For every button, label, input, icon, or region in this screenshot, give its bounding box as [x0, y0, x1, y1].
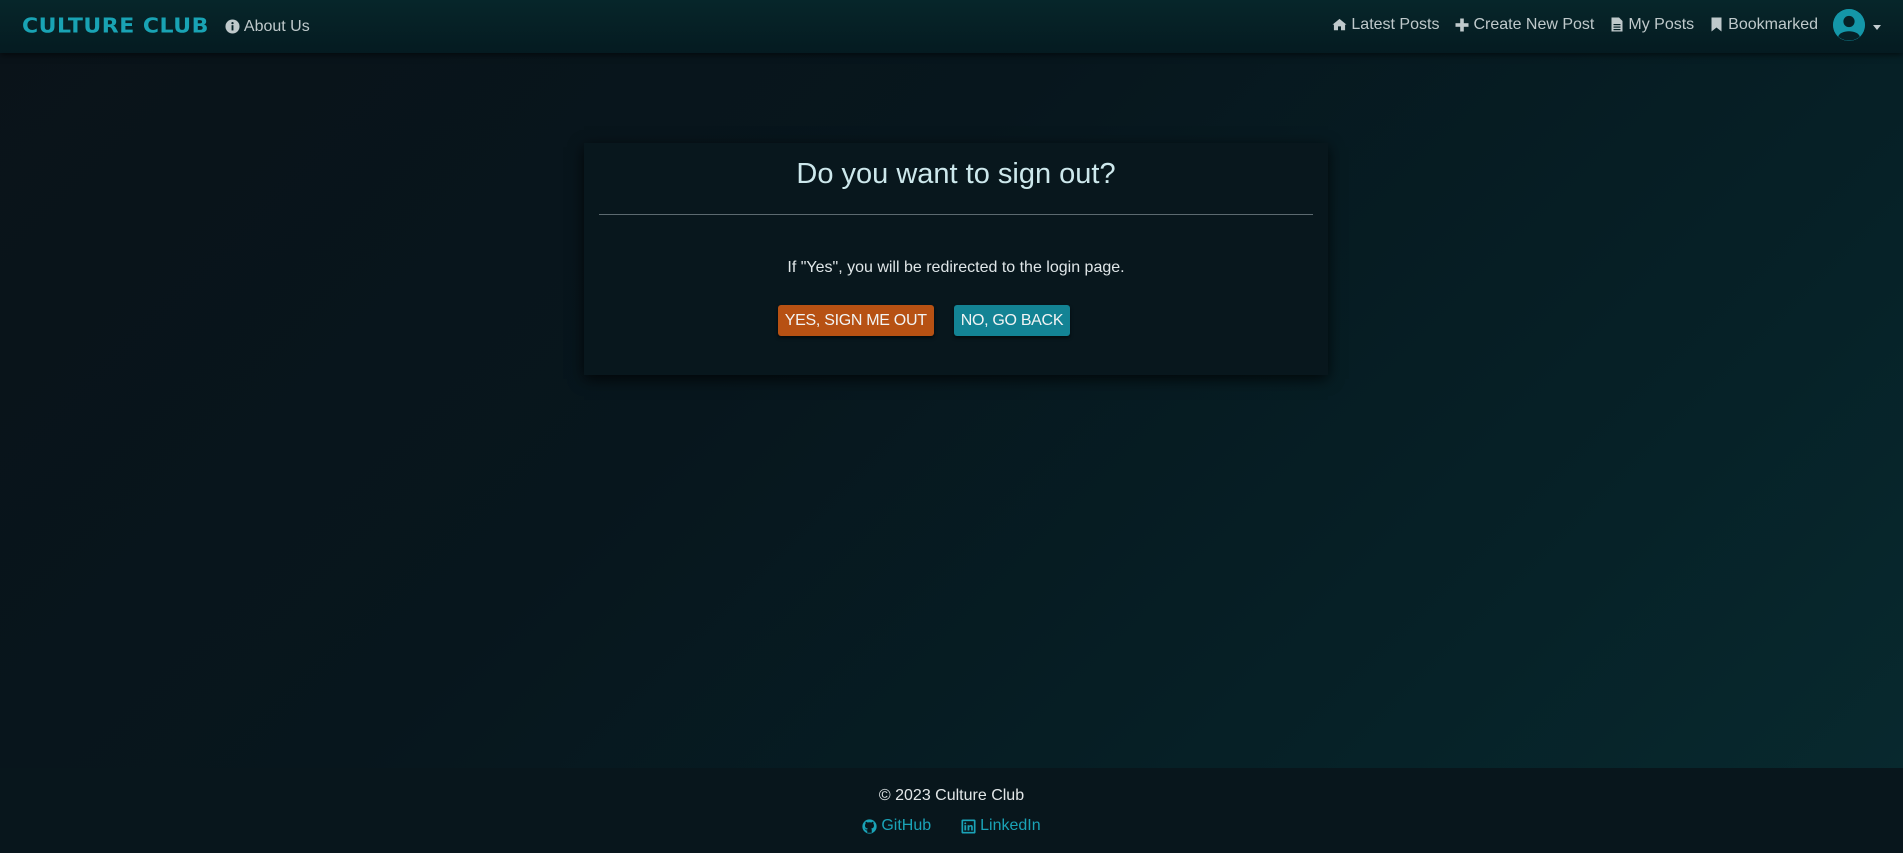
nav-link-create-post[interactable]: Create New Post — [1454, 16, 1594, 34]
confirm-signout-button[interactable]: Yes, sign me out — [777, 305, 934, 336]
nav-link-latest-posts[interactable]: Latest Posts — [1332, 16, 1439, 34]
footer-link-github-label: GitHub — [881, 817, 932, 834]
signout-message: If "Yes", you will be redirected to the … — [787, 259, 1125, 276]
nav-link-my-posts[interactable]: My Posts — [1609, 16, 1694, 34]
home-icon — [1332, 17, 1347, 32]
navbar-left: CULTURE CLUB About Us — [22, 14, 310, 39]
top-navbar: CULTURE CLUB About Us Latest Posts Creat… — [0, 0, 1903, 53]
signout-title: Do you want to sign out? — [796, 158, 1116, 190]
footer-link-github[interactable]: GitHub — [862, 817, 931, 835]
nav-link-about-label: About Us — [243, 17, 310, 35]
nav-link-bookmarked[interactable]: Bookmarked — [1709, 16, 1818, 34]
plus-icon — [1454, 17, 1469, 32]
nav-link-bookmarked-label: Bookmarked — [1728, 15, 1818, 33]
github-icon — [862, 818, 877, 834]
chevron-down-icon — [1873, 25, 1881, 30]
navbar-right: Latest Posts Create New Post My Posts Bo… — [1332, 8, 1881, 41]
nav-link-about[interactable]: About Us — [225, 18, 310, 36]
user-circle-icon — [1833, 8, 1865, 41]
nav-link-my-posts-label: My Posts — [1628, 15, 1695, 33]
info-circle-icon — [225, 19, 240, 34]
cancel-signout-button[interactable]: No, go back — [953, 305, 1071, 336]
footer-links: GitHub LinkedIn — [0, 817, 1903, 835]
signout-actions: Yes, sign me out No, go back — [535, 305, 1313, 336]
footer-link-linkedin-label: LinkedIn — [980, 817, 1041, 834]
divider — [599, 214, 1313, 215]
user-menu-toggle[interactable] — [1833, 8, 1881, 41]
bookmark-icon — [1709, 17, 1724, 32]
nav-link-create-post-label: Create New Post — [1473, 15, 1595, 33]
copyright-text: © 2023 Culture Club — [878, 787, 1025, 804]
nav-link-latest-posts-label: Latest Posts — [1351, 15, 1440, 33]
brand-logo[interactable]: CULTURE CLUB — [22, 15, 209, 38]
linkedin-icon — [961, 818, 976, 834]
signout-card: Do you want to sign out? If "Yes", you w… — [584, 143, 1328, 375]
footer-link-linkedin[interactable]: LinkedIn — [961, 817, 1041, 835]
footer: © 2023 Culture Club GitHub LinkedIn — [0, 768, 1903, 853]
file-icon — [1609, 17, 1624, 32]
